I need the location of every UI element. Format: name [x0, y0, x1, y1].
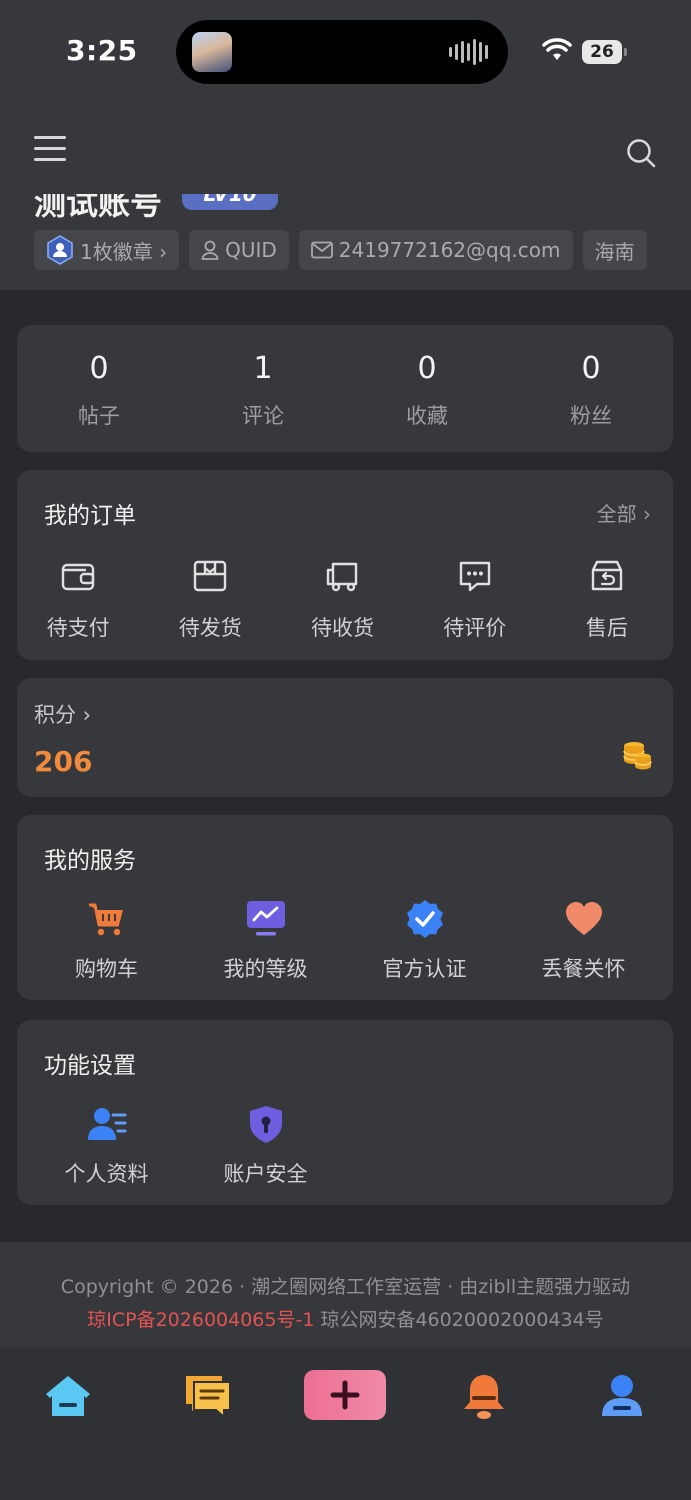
icp-link[interactable]: 琼ICP备2026004065号-1 [87, 1309, 314, 1331]
services-title: 我的服务 [44, 848, 136, 874]
audio-waveform-icon [449, 38, 488, 66]
order-label: 待评价 [443, 616, 507, 640]
stat-label: 评论 [242, 404, 284, 428]
wallet-icon [61, 563, 95, 591]
menu-icon[interactable] [34, 136, 66, 162]
setting-profile[interactable]: 个人资料 [27, 1104, 186, 1188]
chip-label: 2419772162@qq.com [338, 238, 561, 262]
order-label: 待发货 [178, 616, 242, 640]
orders-title: 我的订单 [44, 503, 136, 529]
site-footer: Copyright © 2026 · 潮之圈网络工作室运营 · 由zibll主题… [0, 1242, 691, 1348]
coins-icon [623, 742, 652, 770]
settings-card: 功能设置 个人资料 账户安全 [17, 1020, 673, 1205]
order-status-row: 待支付 待发货 待收货 待评价 售后 [17, 558, 673, 642]
profile-chips: 1枚徽章 › QUID 2419772162@qq.com 海南 [34, 230, 647, 270]
stat-label: 收藏 [406, 404, 448, 428]
profile-section: 测试账号 LV10 1枚徽章 › QUID 2419772162@qq.com [0, 194, 691, 290]
badge-count-chip[interactable]: 1枚徽章 › [34, 230, 180, 270]
copyright-text: Copyright © 2026 · 潮之圈网络工作室运营 · 由zibll主题… [60, 1276, 631, 1298]
services-row: 购物车 我的等级 官方认证 丢餐关怀 [27, 899, 663, 983]
chip-label: 1枚徽章 › [80, 239, 168, 264]
user-icon[interactable] [596, 1370, 648, 1422]
email-chip[interactable]: 2419772162@qq.com [298, 230, 573, 270]
setting-security[interactable]: 账户安全 [186, 1104, 345, 1188]
add-icon [330, 1380, 360, 1410]
quid-chip[interactable]: QUID [189, 230, 289, 270]
shield-lock-icon [249, 1106, 282, 1143]
police-record-link[interactable]: 琼公网安备46020002000434号 [320, 1309, 603, 1331]
home-icon[interactable] [42, 1370, 94, 1422]
level-chart-icon [246, 901, 285, 936]
status-bar: 3:25 26 [0, 0, 691, 100]
order-pending-receipt[interactable]: 待收货 [276, 558, 408, 642]
service-label: 官方认证 [382, 957, 467, 981]
chip-label: QUID [225, 238, 277, 262]
stat-value: 0 [581, 351, 601, 386]
service-care[interactable]: 丢餐关怀 [504, 899, 663, 983]
points-label: 积分 › [34, 703, 92, 727]
order-pending-review[interactable]: 待评价 [409, 558, 541, 642]
badge-medal-icon [47, 235, 73, 265]
service-level[interactable]: 我的等级 [186, 899, 345, 983]
settings-title: 功能设置 [44, 1053, 136, 1079]
bottom-tab-bar [0, 1348, 691, 1500]
region-chip[interactable]: 海南 [582, 230, 647, 270]
setting-label: 账户安全 [223, 1162, 308, 1186]
orders-card: 我的订单 全部 › 待支付 待发货 待收货 待评价 售后 [17, 470, 673, 660]
stat-followers[interactable]: 0 粉丝 [509, 325, 673, 452]
service-verification[interactable]: 官方认证 [345, 899, 504, 983]
dynamic-island[interactable] [176, 20, 508, 84]
mail-icon [310, 241, 333, 259]
order-after-sales[interactable]: 售后 [541, 558, 673, 642]
chat-icon[interactable] [182, 1370, 234, 1422]
order-label: 售后 [585, 616, 628, 640]
service-label: 我的等级 [223, 957, 308, 981]
order-label: 待收货 [311, 616, 374, 640]
stats-card: 0 帖子 1 评论 0 收藏 0 粉丝 [17, 325, 673, 452]
service-label: 购物车 [75, 957, 138, 981]
points-card[interactable]: 积分 › 206 [17, 678, 673, 797]
top-header [0, 100, 691, 194]
comment-icon [459, 561, 490, 592]
services-card: 我的服务 购物车 我的等级 官方认证 丢餐关怀 [17, 815, 673, 1000]
truck-icon [326, 562, 357, 592]
verified-icon [406, 900, 443, 938]
stat-comments[interactable]: 1 评论 [181, 325, 345, 452]
profile-card-icon [87, 1108, 126, 1140]
stat-value: 0 [89, 351, 109, 386]
orders-all-link[interactable]: 全部 › [597, 498, 651, 527]
stat-label: 粉丝 [570, 404, 612, 428]
now-playing-artwork [192, 32, 232, 72]
stat-label: 帖子 [78, 404, 120, 428]
stat-value: 0 [417, 351, 437, 386]
order-pending-shipment[interactable]: 待发货 [144, 558, 276, 642]
order-pending-payment[interactable]: 待支付 [12, 558, 144, 642]
status-time: 3:25 [66, 34, 138, 67]
order-label: 待支付 [46, 616, 110, 640]
points-value: 206 [34, 745, 93, 778]
footer-registration: 琼ICP备2026004065号-1 琼公网安备46020002000434号 [0, 1305, 691, 1332]
bell-icon[interactable] [458, 1370, 510, 1422]
stat-posts[interactable]: 0 帖子 [17, 325, 181, 452]
chip-label: 海南 [594, 239, 635, 264]
user-outline-icon [201, 240, 219, 260]
add-post-button[interactable] [304, 1370, 386, 1420]
setting-label: 个人资料 [64, 1162, 149, 1186]
cart-icon [88, 903, 123, 936]
wifi-icon [542, 38, 572, 60]
heart-icon [565, 902, 602, 935]
service-cart[interactable]: 购物车 [27, 899, 186, 983]
battery-indicator: 26 [582, 40, 627, 64]
stat-favorites[interactable]: 0 收藏 [345, 325, 509, 452]
service-label: 丢餐关怀 [541, 957, 626, 981]
stat-value: 1 [253, 351, 273, 386]
settings-row: 个人资料 账户安全 [27, 1104, 345, 1188]
profile-name: 测试账号 [34, 194, 163, 222]
search-icon[interactable] [626, 138, 656, 168]
package-icon [194, 560, 227, 592]
level-badge[interactable]: LV10 [182, 194, 278, 210]
return-box-icon [591, 560, 623, 591]
